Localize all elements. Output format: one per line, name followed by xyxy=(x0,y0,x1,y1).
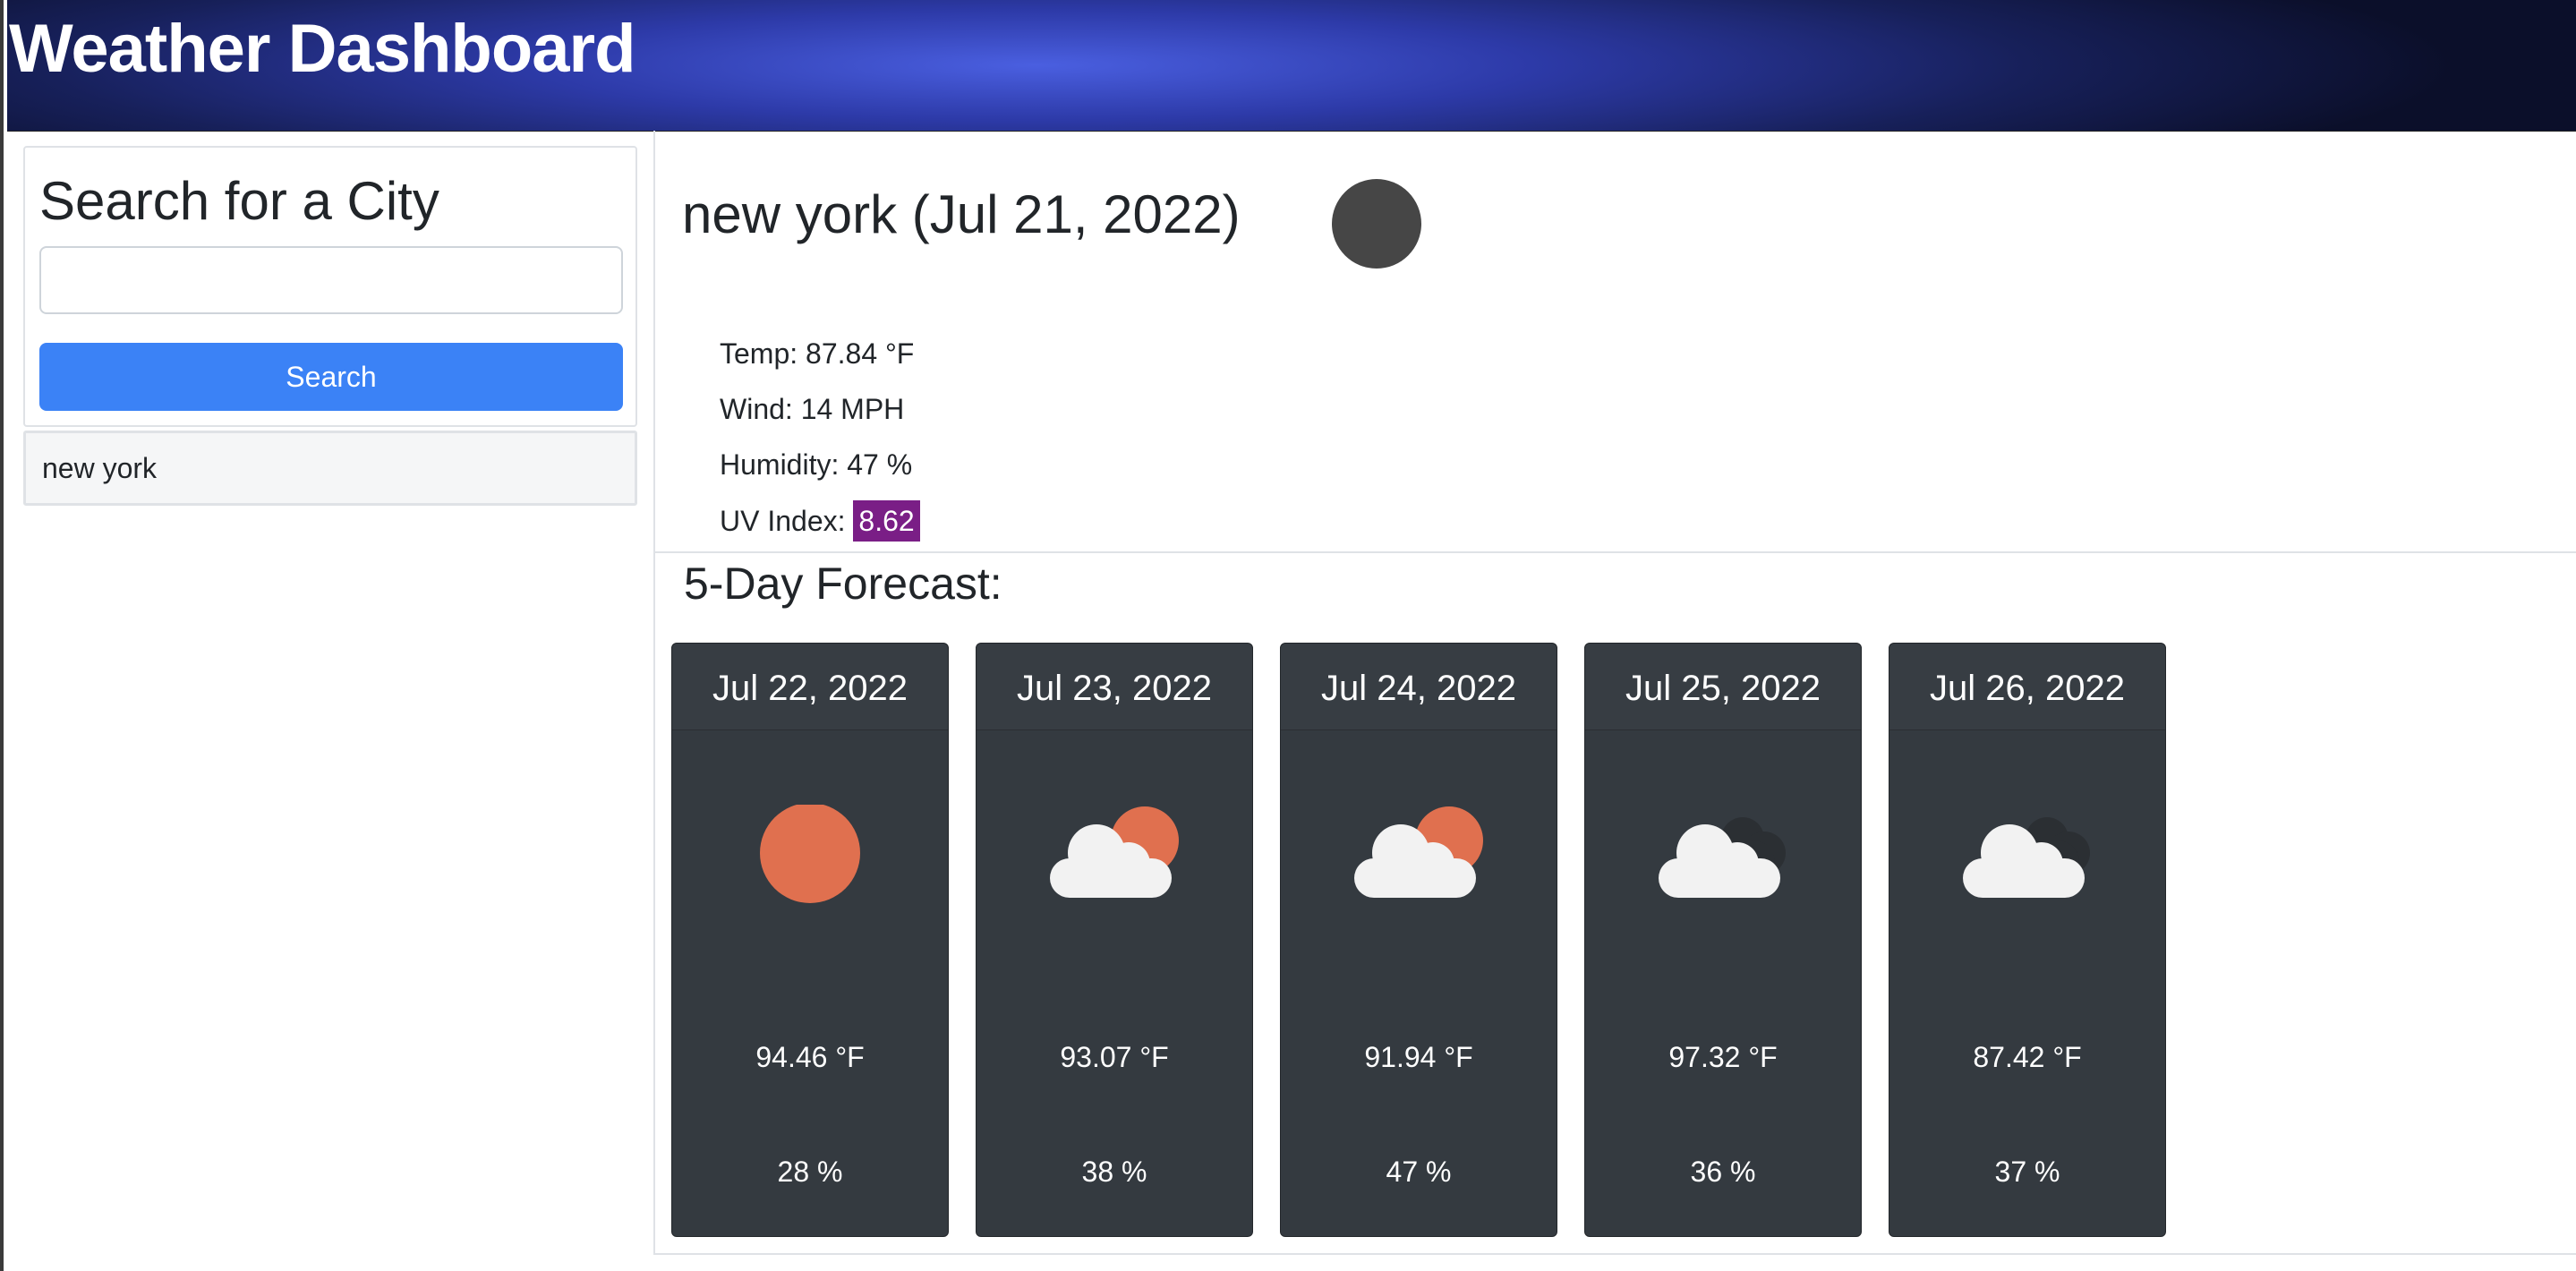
forecast-title: 5-Day Forecast: xyxy=(684,559,1002,609)
forecast-humidity: 47 % xyxy=(1386,1156,1452,1188)
forecast-date: Jul 25, 2022 xyxy=(1585,644,1861,730)
forecast-humidity: 37 % xyxy=(1994,1156,2060,1188)
forecast-temp: 94.46 °F xyxy=(755,1041,865,1073)
current-weather-icon xyxy=(1332,179,1421,269)
forecast-date: Jul 26, 2022 xyxy=(1889,644,2165,730)
forecast-card-4: Jul 25, 2022 97.32 °F 36 % xyxy=(1584,643,1862,1237)
forecast-humidity: 28 % xyxy=(777,1156,843,1188)
sidebar: Search for a City Search new york xyxy=(23,146,637,506)
sun-icon xyxy=(760,805,860,903)
forecast-humidity: 38 % xyxy=(1081,1156,1147,1188)
forecast-temp: 93.07 °F xyxy=(1060,1041,1169,1073)
forecast-humidity: 36 % xyxy=(1690,1156,1756,1188)
forecast-temp: 87.42 °F xyxy=(1973,1041,2082,1073)
city-search-input[interactable] xyxy=(39,246,623,314)
current-uv: UV Index: 8.62 xyxy=(720,500,920,542)
search-button[interactable]: Search xyxy=(39,343,623,411)
current-humidity: Humidity: 47 % xyxy=(720,448,913,481)
forecast-card-2: Jul 23, 2022 93.07 °F 38 % xyxy=(976,643,1253,1237)
header-banner: Weather Dashboard xyxy=(7,0,2576,132)
current-weather: new york (Jul 21, 2022) Temp: 87.84 °F W… xyxy=(655,131,2576,553)
forecast-card-1: Jul 22, 2022 94.46 °F 28 % xyxy=(671,643,949,1237)
uv-badge: 8.62 xyxy=(853,500,920,542)
partly-cloudy-icon xyxy=(1050,806,1179,898)
forecast-card-3: Jul 24, 2022 91.94 °F 47 % xyxy=(1280,643,1557,1237)
forecast-date: Jul 24, 2022 xyxy=(1281,644,1557,730)
current-wind: Wind: 14 MPH xyxy=(720,393,905,425)
cloudy-icon xyxy=(1963,817,2090,898)
forecast-date: Jul 22, 2022 xyxy=(672,644,948,730)
current-city-title: new york (Jul 21, 2022) xyxy=(682,184,1241,244)
uv-label: UV Index: xyxy=(720,505,854,537)
page-title: Weather Dashboard xyxy=(9,11,636,87)
partly-cloudy-icon xyxy=(1354,806,1483,898)
forecast-temp: 97.32 °F xyxy=(1668,1041,1778,1073)
forecast-date: Jul 23, 2022 xyxy=(977,644,1252,730)
history-item-new-york[interactable]: new york xyxy=(23,431,637,506)
search-title: Search for a City xyxy=(39,171,439,231)
forecast-card-5: Jul 26, 2022 87.42 °F 37 % xyxy=(1889,643,2166,1237)
page: Weather Dashboard Search for a City Sear… xyxy=(0,0,2576,1271)
cloudy-icon xyxy=(1659,817,1786,898)
search-card: Search for a City Search xyxy=(23,146,637,427)
main-panel: new york (Jul 21, 2022) Temp: 87.84 °F W… xyxy=(653,131,2576,1255)
current-temp: Temp: 87.84 °F xyxy=(720,337,915,370)
forecast-temp: 91.94 °F xyxy=(1364,1041,1473,1073)
